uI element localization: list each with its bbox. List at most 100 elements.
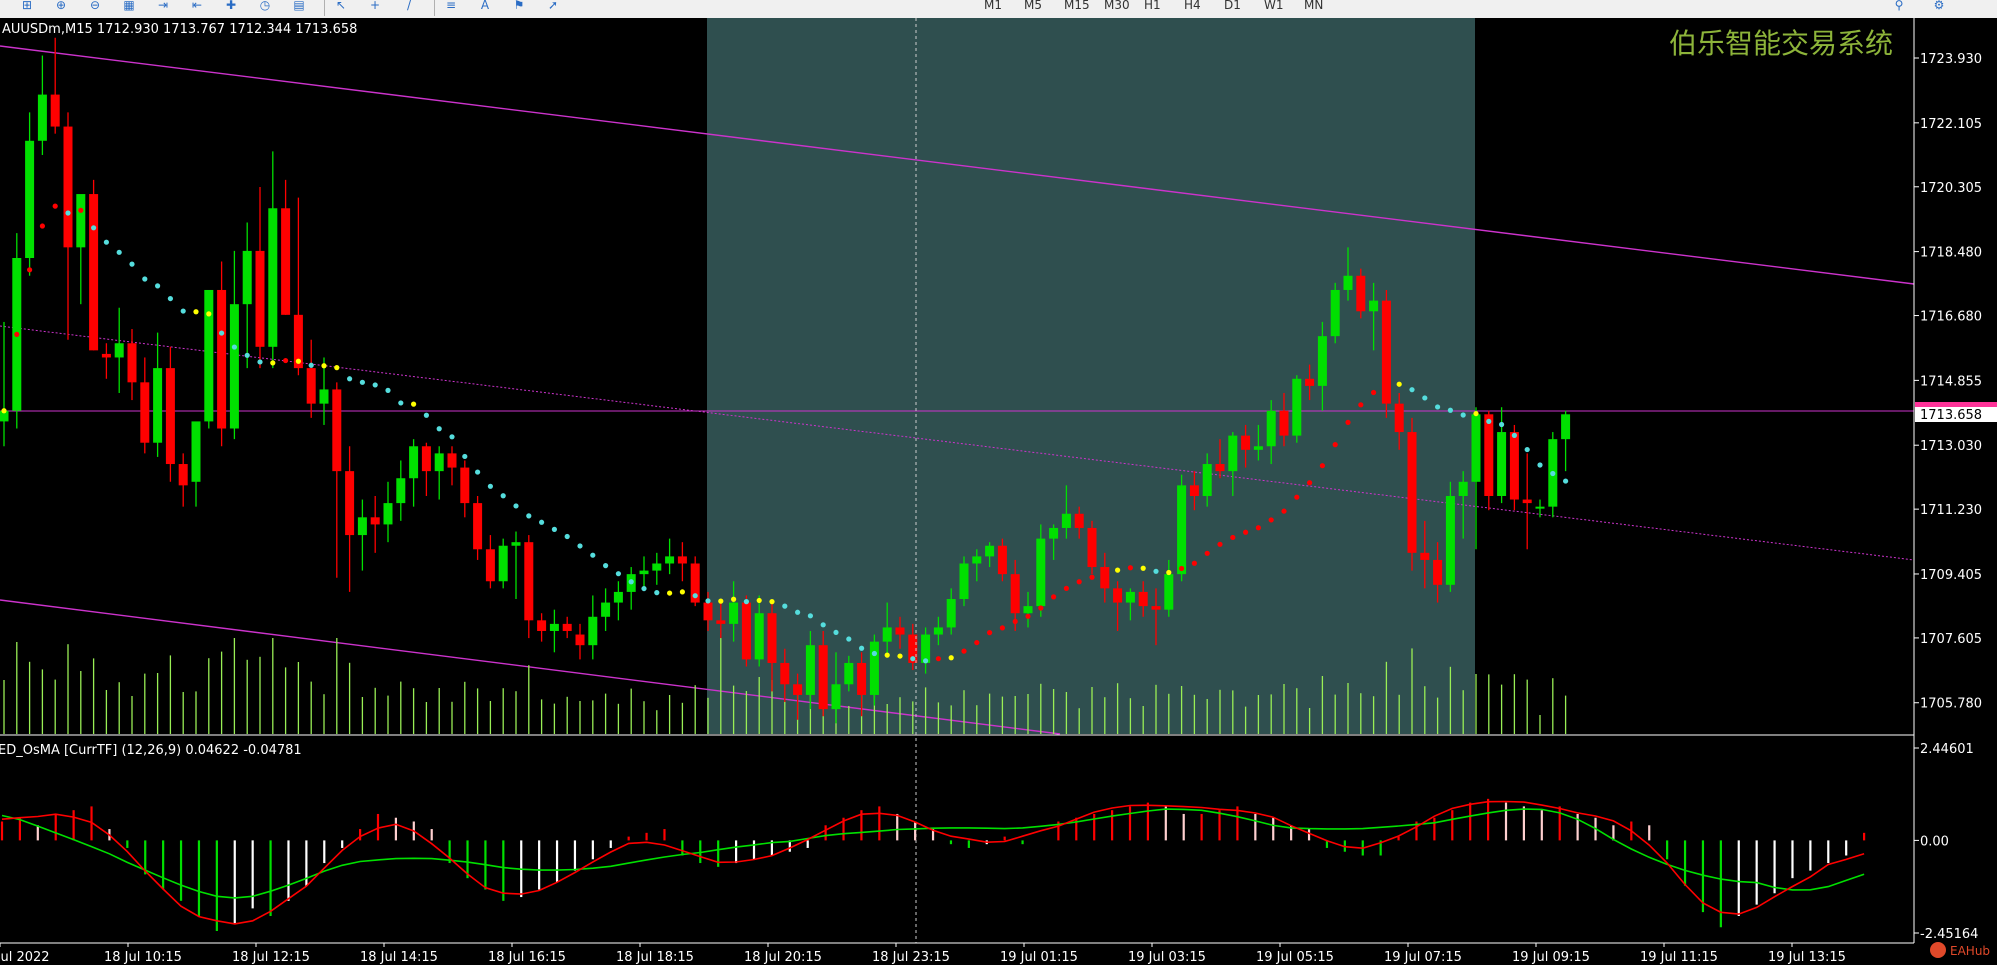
candle-body[interactable] xyxy=(1369,300,1379,312)
crosshair-icon[interactable]: + xyxy=(366,0,384,14)
candle-body[interactable] xyxy=(460,467,470,504)
candle-body[interactable] xyxy=(50,94,60,127)
line-icon[interactable]: / xyxy=(400,0,418,14)
settings-icon[interactable]: ⚙ xyxy=(1930,0,1948,14)
candle-body[interactable] xyxy=(882,627,892,642)
timeframe-m15[interactable]: M15 xyxy=(1060,0,1094,14)
candle-body[interactable] xyxy=(933,627,943,635)
candle-body[interactable] xyxy=(37,94,47,141)
candle-body[interactable] xyxy=(1522,499,1532,504)
candle-body[interactable] xyxy=(370,517,380,525)
candle-body[interactable] xyxy=(588,616,598,646)
candle-body[interactable] xyxy=(1253,446,1263,450)
candle-body[interactable] xyxy=(1279,410,1289,436)
candle-body[interactable] xyxy=(1509,432,1519,500)
zoom-in-icon[interactable]: ⊕ xyxy=(52,0,70,14)
timeframe-m1[interactable]: M1 xyxy=(980,0,1006,14)
timeframe-h4[interactable]: H4 xyxy=(1180,0,1205,14)
search-icon[interactable]: ⚲ xyxy=(1890,0,1908,14)
tile-icon[interactable]: ▦ xyxy=(120,0,138,14)
candle-body[interactable] xyxy=(140,382,150,443)
candle-body[interactable] xyxy=(1228,435,1238,472)
candle-body[interactable] xyxy=(1394,403,1404,433)
candle-body[interactable] xyxy=(1484,414,1494,496)
candle-body[interactable] xyxy=(1445,496,1455,585)
candle-body[interactable] xyxy=(639,570,649,575)
candle-body[interactable] xyxy=(1177,485,1187,575)
text-icon[interactable]: A xyxy=(476,0,494,14)
candle-body[interactable] xyxy=(1266,410,1276,447)
template-icon[interactable]: ▤ xyxy=(290,0,308,14)
candle-body[interactable] xyxy=(178,464,188,486)
candle-body[interactable] xyxy=(1125,591,1135,603)
candle-body[interactable] xyxy=(1023,606,1033,614)
chart-shift-icon[interactable]: ⇤ xyxy=(188,0,206,14)
candle-body[interactable] xyxy=(1535,506,1545,509)
candle-body[interactable] xyxy=(447,453,457,468)
fibo-icon[interactable]: ≡ xyxy=(442,0,460,14)
candle-body[interactable] xyxy=(1010,574,1020,614)
candle-body[interactable] xyxy=(1241,435,1251,450)
candle-body[interactable] xyxy=(562,623,572,631)
candle-body[interactable] xyxy=(716,620,726,624)
candle-body[interactable] xyxy=(677,556,687,564)
candle-body[interactable] xyxy=(396,478,406,504)
candle-body[interactable] xyxy=(332,389,342,472)
candle-body[interactable] xyxy=(997,545,1007,575)
candle-body[interactable] xyxy=(1497,432,1507,496)
candle-body[interactable] xyxy=(703,602,713,621)
autoscroll-icon[interactable]: ⇥ xyxy=(154,0,172,14)
candle-body[interactable] xyxy=(575,634,585,646)
candle-body[interactable] xyxy=(268,208,278,347)
candle-body[interactable] xyxy=(1189,485,1199,496)
candle-body[interactable] xyxy=(613,591,623,603)
candle-body[interactable] xyxy=(25,140,35,258)
candle-body[interactable] xyxy=(972,556,982,564)
candle-body[interactable] xyxy=(1305,378,1315,386)
candle-body[interactable] xyxy=(255,250,265,347)
candle-body[interactable] xyxy=(281,208,291,315)
candle-body[interactable] xyxy=(498,545,508,582)
candle-body[interactable] xyxy=(1407,432,1417,553)
candle-body[interactable] xyxy=(76,194,86,248)
history-icon[interactable]: ◷ xyxy=(256,0,274,14)
candle-body[interactable] xyxy=(652,563,662,571)
timeframe-w1[interactable]: W1 xyxy=(1260,0,1288,14)
candle-body[interactable] xyxy=(1151,606,1161,610)
candle-body[interactable] xyxy=(242,250,252,305)
candle-body[interactable] xyxy=(153,368,163,443)
candle-body[interactable] xyxy=(127,343,137,383)
candle-body[interactable] xyxy=(665,556,675,564)
cursor-icon[interactable]: ↖ xyxy=(332,0,350,14)
zoom-out-icon[interactable]: ⊖ xyxy=(86,0,104,14)
candle-body[interactable] xyxy=(434,453,444,472)
candle-body[interactable] xyxy=(89,194,99,351)
candle-body[interactable] xyxy=(63,126,73,248)
candle-body[interactable] xyxy=(204,289,214,422)
candle-body[interactable] xyxy=(1036,538,1046,607)
candle-body[interactable] xyxy=(1061,513,1071,528)
candle-body[interactable] xyxy=(946,599,956,628)
candle-body[interactable] xyxy=(165,368,175,465)
arrow-icon[interactable]: ➚ xyxy=(544,0,562,14)
candle-body[interactable] xyxy=(1292,378,1302,436)
candle-body[interactable] xyxy=(1420,552,1430,560)
candle-body[interactable] xyxy=(1074,513,1084,528)
candle-body[interactable] xyxy=(831,684,841,710)
candle-body[interactable] xyxy=(754,613,764,660)
candle-body[interactable] xyxy=(857,662,867,695)
candle-body[interactable] xyxy=(485,549,495,582)
candle-body[interactable] xyxy=(357,517,367,536)
candle-body[interactable] xyxy=(1215,464,1225,472)
candle-body[interactable] xyxy=(1317,336,1327,386)
candle-body[interactable] xyxy=(1433,559,1443,585)
candle-body[interactable] xyxy=(409,446,419,479)
candle-body[interactable] xyxy=(101,353,111,358)
timeframe-mn[interactable]: MN xyxy=(1300,0,1327,14)
candle-body[interactable] xyxy=(1343,275,1353,290)
candle-body[interactable] xyxy=(191,421,201,482)
candle-body[interactable] xyxy=(767,613,777,663)
candle-body[interactable] xyxy=(229,304,239,429)
candle-body[interactable] xyxy=(511,542,521,546)
candle-body[interactable] xyxy=(1458,481,1468,496)
